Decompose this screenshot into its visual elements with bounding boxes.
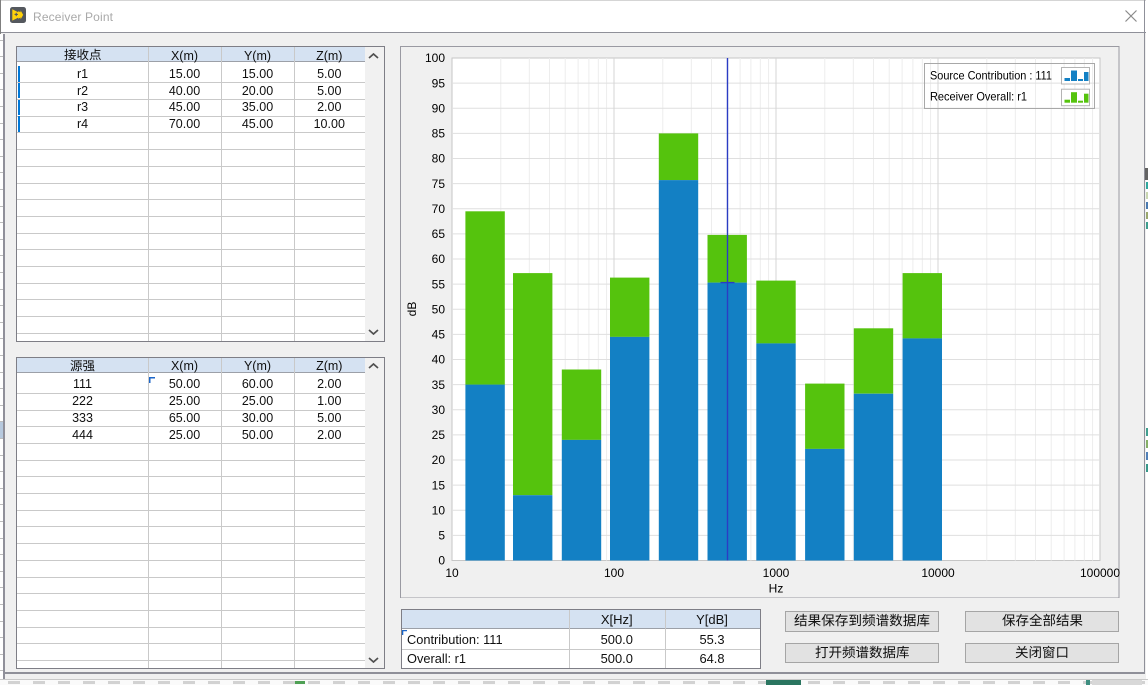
svg-text:Source Contribution : 111: Source Contribution : 111 — [930, 68, 1052, 82]
svg-text:40: 40 — [432, 352, 446, 366]
svg-text:70: 70 — [432, 201, 446, 215]
svg-text:dB: dB — [405, 301, 419, 316]
svg-text:100: 100 — [425, 51, 445, 65]
svg-text:10000: 10000 — [921, 566, 955, 580]
svg-text:85: 85 — [432, 126, 446, 140]
svg-text:55: 55 — [432, 277, 446, 291]
svg-text:95: 95 — [432, 76, 446, 90]
svg-text:0: 0 — [438, 553, 445, 567]
svg-text:15: 15 — [432, 478, 446, 492]
svg-text:1000: 1000 — [763, 566, 790, 580]
svg-text:20: 20 — [432, 453, 446, 467]
svg-text:100: 100 — [604, 566, 624, 580]
svg-text:65: 65 — [432, 227, 446, 241]
svg-text:30: 30 — [432, 402, 446, 416]
svg-text:75: 75 — [432, 176, 446, 190]
svg-text:90: 90 — [432, 101, 446, 115]
svg-text:Hz: Hz — [769, 581, 784, 595]
svg-text:10: 10 — [445, 566, 459, 580]
svg-text:10: 10 — [432, 503, 446, 517]
svg-text:100000: 100000 — [1080, 566, 1120, 580]
svg-text:5: 5 — [438, 528, 445, 542]
svg-text:60: 60 — [432, 252, 446, 266]
svg-text:Receiver Overall: r1: Receiver Overall: r1 — [930, 89, 1027, 103]
svg-text:80: 80 — [432, 151, 446, 165]
svg-text:35: 35 — [432, 377, 446, 391]
svg-text:45: 45 — [432, 327, 446, 341]
svg-text:50: 50 — [432, 302, 446, 316]
svg-text:25: 25 — [432, 428, 446, 442]
